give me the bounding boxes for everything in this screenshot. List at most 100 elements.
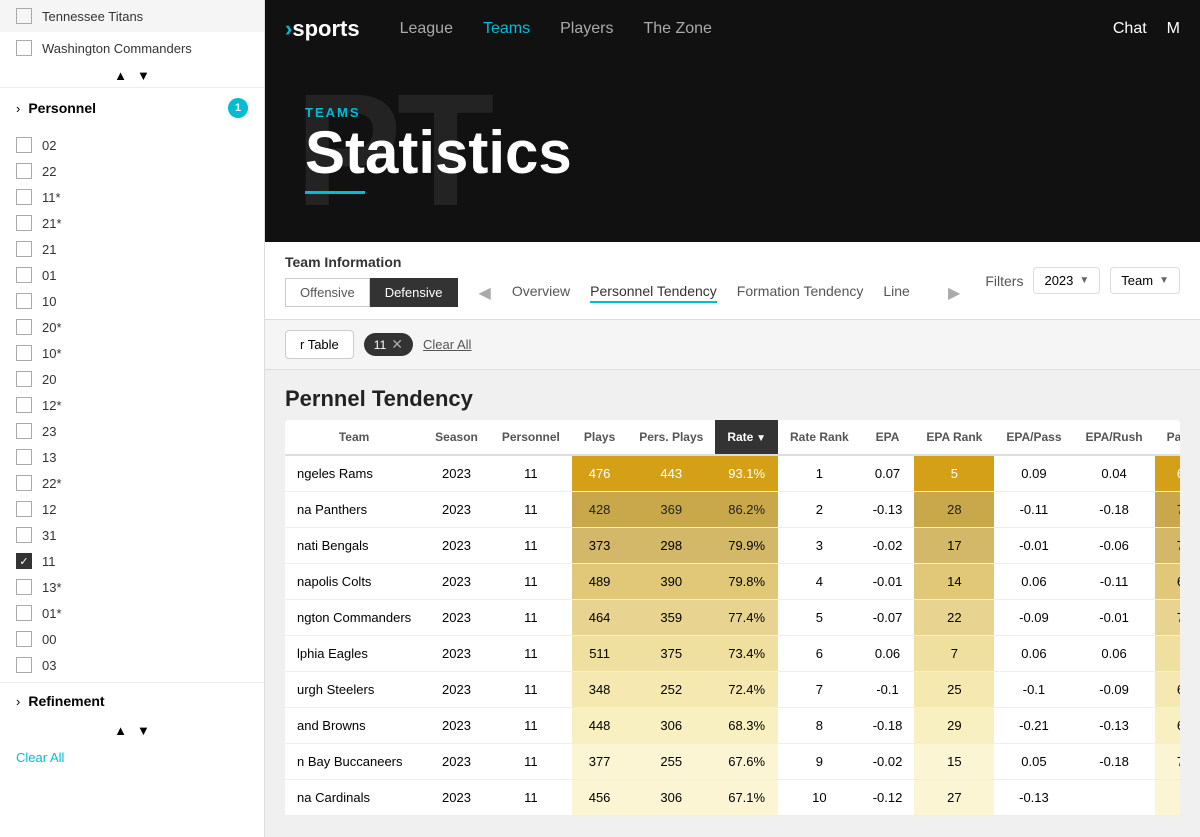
col-rate-rank[interactable]: Rate Rank — [778, 420, 861, 455]
refinement-section-header[interactable]: › Refinement — [0, 682, 264, 719]
offensive-toggle-btn[interactable]: Offensive — [285, 278, 370, 307]
team-chevron-icon: ▼ — [1159, 275, 1169, 286]
pers-item-01[interactable]: 01 — [0, 262, 264, 288]
col-pers-plays[interactable]: Pers. Plays — [627, 420, 715, 455]
nav-link-teams[interactable]: Teams — [483, 20, 530, 38]
checkbox-tennessee[interactable] — [16, 8, 32, 24]
pers-item-20s[interactable]: 20* — [0, 314, 264, 340]
cell-epa-rush: -0.01 — [1074, 600, 1155, 636]
sidebar-team-washington[interactable]: Washington Commanders — [0, 32, 264, 64]
cell-pers-plays: 375 — [627, 636, 715, 672]
pers-checkbox-00[interactable] — [16, 631, 32, 647]
nav-chat-link[interactable]: Chat — [1113, 20, 1147, 38]
pers-checkbox-23[interactable] — [16, 423, 32, 439]
year-filter-select[interactable]: 2023 ▼ — [1033, 267, 1100, 294]
cell-epa: -0.02 — [861, 744, 915, 780]
pers-item-03[interactable]: 03 — [0, 652, 264, 678]
col-epa[interactable]: EPA — [861, 420, 915, 455]
sidebar-team-tennessee[interactable]: Tennessee Titans — [0, 0, 264, 32]
pers-item-02[interactable]: 02 — [0, 132, 264, 158]
pers-item-22s[interactable]: 22* — [0, 470, 264, 496]
nav-link-league[interactable]: League — [400, 20, 453, 38]
pers-item-11[interactable]: 11 — [0, 548, 264, 574]
sidebar-clear-all-button[interactable]: Clear All — [0, 742, 264, 773]
pers-checkbox-20s[interactable] — [16, 319, 32, 335]
col-plays[interactable]: Plays — [572, 420, 627, 455]
checkbox-washington[interactable] — [16, 40, 32, 56]
pers-checkbox-03[interactable] — [16, 657, 32, 673]
pers-checkbox-21[interactable] — [16, 241, 32, 257]
pers-checkbox-11s[interactable] — [16, 189, 32, 205]
tab-scroll-right-icon[interactable]: ▶ — [943, 283, 965, 303]
col-team[interactable]: Team — [285, 420, 423, 455]
filter-tag-close-icon[interactable]: ✕ — [391, 336, 403, 353]
pers-checkbox-21s[interactable] — [16, 215, 32, 231]
col-pass-rate[interactable]: Pass Rate — [1155, 420, 1180, 455]
scroll-arrows-top: ▲ ▼ — [0, 64, 264, 87]
pers-checkbox-22[interactable] — [16, 163, 32, 179]
table-header-row: Team Season Personnel Plays Pers. Plays … — [285, 420, 1180, 455]
pers-item-10s[interactable]: 10* — [0, 340, 264, 366]
pers-checkbox-12s[interactable] — [16, 397, 32, 413]
col-rate[interactable]: Rate — [715, 420, 778, 455]
sidebar: Tennessee Titans Washington Commanders ▲… — [0, 0, 265, 837]
tab-formation-tendency[interactable]: Formation Tendency — [737, 283, 864, 303]
pers-item-22[interactable]: 22 — [0, 158, 264, 184]
pers-item-31[interactable]: 31 — [0, 522, 264, 548]
scroll-up-bottom-icon[interactable]: ▲ — [114, 723, 127, 738]
pers-checkbox-01s[interactable] — [16, 605, 32, 621]
pers-item-11s[interactable]: 11* — [0, 184, 264, 210]
cell-rate: 93.1% — [715, 455, 778, 492]
pers-item-23[interactable]: 23 — [0, 418, 264, 444]
cell-pass-rate: 64% — [1155, 636, 1180, 672]
pers-checkbox-31[interactable] — [16, 527, 32, 543]
nav-more-link[interactable]: M — [1167, 20, 1180, 38]
col-epa-pass[interactable]: EPA/Pass — [994, 420, 1073, 455]
cell-plays: 511 — [572, 636, 627, 672]
pers-item-00[interactable]: 00 — [0, 626, 264, 652]
pers-checkbox-22s[interactable] — [16, 475, 32, 491]
scroll-up-icon[interactable]: ▲ — [114, 68, 127, 83]
personnel-section-header[interactable]: › Personnel 1 — [0, 87, 264, 128]
pers-checkbox-11[interactable] — [16, 553, 32, 569]
cell-epa-pass: -0.21 — [994, 708, 1073, 744]
pers-checkbox-10s[interactable] — [16, 345, 32, 361]
pers-checkbox-20[interactable] — [16, 371, 32, 387]
tab-scroll-left-icon[interactable]: ◀ — [474, 283, 496, 303]
tab-overview[interactable]: Overview — [512, 283, 570, 303]
scroll-down-icon[interactable]: ▼ — [137, 68, 150, 83]
cell-rate-rank: 2 — [778, 492, 861, 528]
pers-item-01s[interactable]: 01* — [0, 600, 264, 626]
cell-personnel: 11 — [490, 600, 572, 636]
pers-item-13s[interactable]: 13* — [0, 574, 264, 600]
col-epa-rush[interactable]: EPA/Rush — [1074, 420, 1155, 455]
team-name-washington: Washington Commanders — [42, 41, 192, 56]
defensive-toggle-btn[interactable]: Defensive — [370, 278, 458, 307]
pers-item-12[interactable]: 12 — [0, 496, 264, 522]
nav-link-the-zone[interactable]: The Zone — [643, 20, 711, 38]
pers-checkbox-10[interactable] — [16, 293, 32, 309]
col-personnel[interactable]: Personnel — [490, 420, 572, 455]
pers-item-12s[interactable]: 12* — [0, 392, 264, 418]
view-table-btn[interactable]: r Table — [285, 330, 354, 359]
clear-all-filters-btn[interactable]: Clear All — [423, 337, 471, 352]
pers-item-21s[interactable]: 21* — [0, 210, 264, 236]
col-epa-rank[interactable]: EPA Rank — [914, 420, 994, 455]
pers-item-13[interactable]: 13 — [0, 444, 264, 470]
pers-checkbox-13s[interactable] — [16, 579, 32, 595]
tab-line[interactable]: Line — [883, 283, 909, 303]
nav-link-players[interactable]: Players — [560, 20, 613, 38]
pers-item-20[interactable]: 20 — [0, 366, 264, 392]
tab-personnel-tendency[interactable]: Personnel Tendency — [590, 283, 717, 303]
pers-item-10[interactable]: 10 — [0, 288, 264, 314]
pers-item-21[interactable]: 21 — [0, 236, 264, 262]
team-filter-select[interactable]: Team ▼ — [1110, 267, 1180, 294]
pers-checkbox-12[interactable] — [16, 501, 32, 517]
cell-team: nati Bengals — [285, 528, 423, 564]
cell-pers-plays: 255 — [627, 744, 715, 780]
col-season[interactable]: Season — [423, 420, 490, 455]
pers-checkbox-01[interactable] — [16, 267, 32, 283]
scroll-down-bottom-icon[interactable]: ▼ — [137, 723, 150, 738]
pers-checkbox-13[interactable] — [16, 449, 32, 465]
pers-checkbox-02[interactable] — [16, 137, 32, 153]
